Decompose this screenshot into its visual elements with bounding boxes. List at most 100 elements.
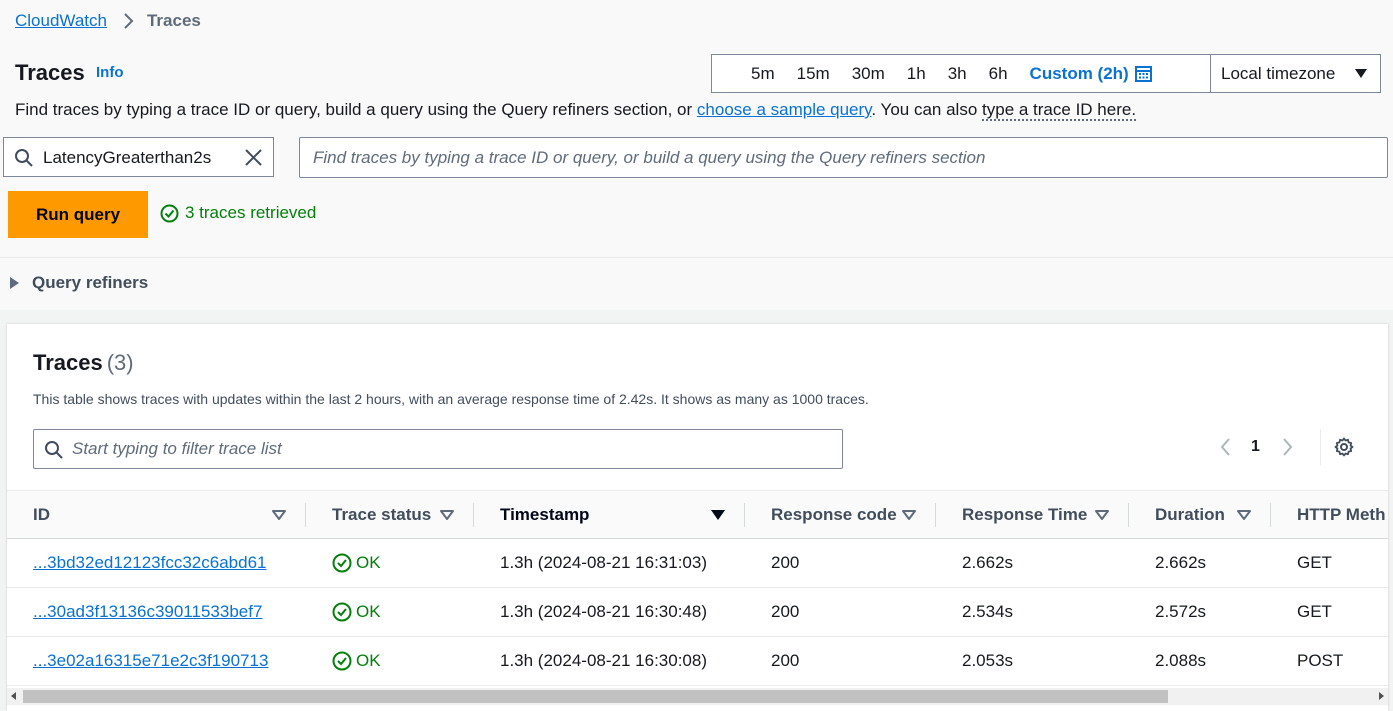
time-range-selector: 5m 15m 30m 1h 3h 6h Custom (2h) Local ti…	[711, 54, 1381, 93]
time-option-custom[interactable]: Custom (2h)	[1019, 64, 1135, 84]
query-input[interactable]	[300, 138, 1387, 177]
duration-cell: 2.662s	[1155, 553, 1207, 572]
description-text-2: . You can also	[871, 100, 983, 119]
sort-icon	[440, 509, 454, 520]
time-option-3h[interactable]: 3h	[937, 64, 978, 84]
check-circle-icon	[332, 651, 352, 671]
page-number[interactable]: 1	[1251, 438, 1260, 456]
traces-table-container: Traces (3) This table shows traces with u…	[7, 324, 1388, 711]
table-header-row: ID Trace status Timestamp Response code …	[7, 490, 1388, 539]
table-title: Traces (3)	[33, 350, 134, 376]
column-header-id[interactable]: ID	[7, 490, 306, 539]
column-label: ID	[33, 504, 50, 524]
column-header-response-time[interactable]: Response Time	[936, 490, 1129, 539]
response-code-cell: 200	[771, 602, 800, 621]
trace-status: OK	[356, 553, 381, 572]
close-icon[interactable]	[244, 148, 263, 167]
scrollbar-thumb[interactable]	[23, 690, 1168, 703]
time-option-15m[interactable]: 15m	[786, 64, 841, 84]
sort-descending-icon	[711, 509, 725, 520]
trace-id-link[interactable]: ...3bd32ed12123fcc32c6abd61	[33, 553, 266, 573]
column-label: Trace status	[332, 504, 432, 524]
section-divider	[0, 257, 1393, 258]
table-count: (3)	[106, 350, 134, 375]
table-row: ...3e02a16315e71e2c3f190713 OK 1.3h (202…	[7, 636, 1388, 686]
description-text-1: Find traces by typing a trace ID or quer…	[15, 100, 697, 119]
query-status-text: 3 traces retrieved	[185, 203, 317, 222]
pagination: 1	[1219, 437, 1294, 457]
caret-down-icon	[1355, 69, 1367, 78]
trace-filter-input[interactable]	[72, 430, 832, 468]
response-time-cell: 2.534s	[962, 602, 1014, 621]
check-circle-icon	[332, 553, 352, 573]
breadcrumb-cloudwatch-link[interactable]: CloudWatch	[15, 11, 107, 31]
traces-table: ID Trace status Timestamp Response code …	[7, 490, 1388, 686]
sort-icon	[272, 509, 286, 520]
breadcrumb-current: Traces	[146, 11, 201, 30]
chevron-right-icon[interactable]	[1282, 437, 1294, 457]
sample-query-link[interactable]: choose a sample query	[697, 100, 872, 119]
info-link[interactable]: Info	[96, 64, 124, 81]
timezone-label: Local timezone	[1221, 63, 1336, 83]
column-header-http-method[interactable]: HTTP Meth	[1271, 490, 1388, 539]
trace-filter-wrapper	[33, 429, 843, 469]
pager-divider	[1320, 429, 1321, 465]
sort-icon	[902, 509, 916, 520]
timezone-select[interactable]: Local timezone	[1210, 54, 1381, 93]
table-row: ...3bd32ed12123fcc32c6abd61 OK 1.3h (202…	[7, 538, 1388, 588]
response-code-cell: 200	[771, 553, 800, 572]
trace-status: OK	[356, 651, 381, 670]
http-method-cell: GET	[1297, 553, 1332, 572]
column-header-timestamp[interactable]: Timestamp	[474, 490, 745, 539]
run-query-button[interactable]: Run query	[8, 191, 148, 238]
trace-id-link[interactable]: ...3e02a16315e71e2c3f190713	[33, 651, 268, 671]
timestamp-cell: 1.3h (2024-08-21 16:31:03)	[500, 553, 707, 572]
sort-icon	[1095, 509, 1109, 520]
caret-right-icon	[10, 277, 19, 289]
column-label: Duration	[1155, 504, 1225, 524]
page-title: Traces	[15, 60, 85, 85]
time-option-1h[interactable]: 1h	[896, 64, 937, 84]
query-refiners-label: Query refiners	[32, 273, 149, 292]
calendar-icon[interactable]	[1134, 65, 1152, 82]
page-description: Find traces by typing a trace ID or quer…	[15, 100, 1137, 121]
column-label: Response Time	[962, 504, 1088, 524]
search-icon	[15, 149, 33, 167]
response-time-cell: 2.662s	[962, 553, 1014, 572]
trace-id-link[interactable]: ...30ad3f13136c39011533bef7	[33, 602, 262, 622]
column-header-duration[interactable]: Duration	[1129, 490, 1271, 539]
http-method-cell: GET	[1297, 602, 1332, 621]
check-circle-icon	[160, 204, 179, 222]
column-label: HTTP Meth	[1297, 504, 1386, 524]
time-option-6h[interactable]: 6h	[978, 64, 1019, 84]
gear-icon[interactable]	[1334, 437, 1354, 457]
column-label: Timestamp	[500, 504, 590, 524]
chevron-left-icon[interactable]	[1219, 437, 1231, 457]
table-description: This table shows traces with updates wit…	[33, 391, 869, 407]
breadcrumb: CloudWatch Traces	[15, 11, 201, 31]
scroll-left-icon[interactable]	[11, 692, 16, 700]
scroll-right-icon[interactable]	[1379, 692, 1384, 700]
column-header-response-code[interactable]: Response code	[745, 490, 936, 539]
query-input-wrapper	[299, 137, 1388, 178]
search-icon	[45, 441, 63, 459]
query-refiners-toggle[interactable]: Query refiners	[10, 273, 148, 293]
query-status: 3 traces retrieved	[160, 203, 316, 223]
query-token: LatencyGreaterthan2s	[3, 137, 274, 177]
check-circle-icon	[332, 602, 352, 622]
horizontal-scrollbar[interactable]	[7, 688, 1388, 705]
trace-id-popover-link[interactable]: type a trace ID here.	[982, 100, 1137, 121]
column-label: Response code	[771, 504, 897, 524]
timestamp-cell: 1.3h (2024-08-21 16:30:48)	[500, 602, 707, 621]
column-header-trace-status[interactable]: Trace status	[306, 490, 474, 539]
time-option-30m[interactable]: 30m	[841, 64, 896, 84]
timestamp-cell: 1.3h (2024-08-21 16:30:08)	[500, 651, 707, 670]
sort-icon	[1237, 509, 1251, 520]
http-method-cell: POST	[1297, 651, 1344, 670]
table-row: ...30ad3f13136c39011533bef7 OK 1.3h (202…	[7, 587, 1388, 637]
chevron-right-icon	[124, 13, 134, 29]
response-code-cell: 200	[771, 651, 800, 670]
duration-cell: 2.088s	[1155, 651, 1207, 670]
response-time-cell: 2.053s	[962, 651, 1014, 670]
time-option-5m[interactable]: 5m	[740, 64, 786, 84]
